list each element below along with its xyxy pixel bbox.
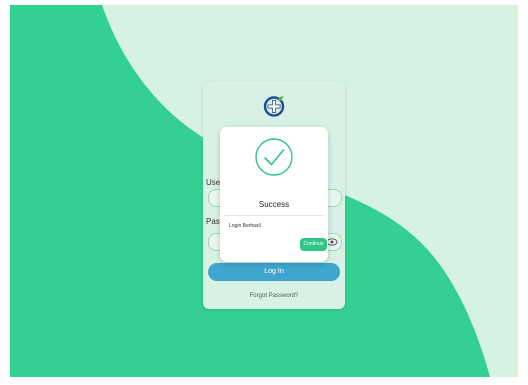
password-label: Pas bbox=[206, 217, 220, 226]
login-page: Use Pas Log In Forgot Password? Success … bbox=[10, 5, 518, 377]
success-dialog: Success Login Berhasil Continue bbox=[220, 127, 328, 262]
username-label: Use bbox=[206, 178, 221, 187]
dialog-divider bbox=[224, 215, 324, 216]
dialog-message: Login Berhasil bbox=[229, 223, 261, 229]
medical-cross-icon bbox=[263, 96, 285, 117]
check-circle-icon bbox=[255, 138, 293, 176]
forgot-password-link[interactable]: Forgot Password? bbox=[203, 293, 345, 299]
continue-button[interactable]: Continue bbox=[300, 238, 327, 251]
login-button[interactable]: Log In bbox=[208, 263, 340, 281]
dialog-title: Success bbox=[258, 200, 290, 209]
